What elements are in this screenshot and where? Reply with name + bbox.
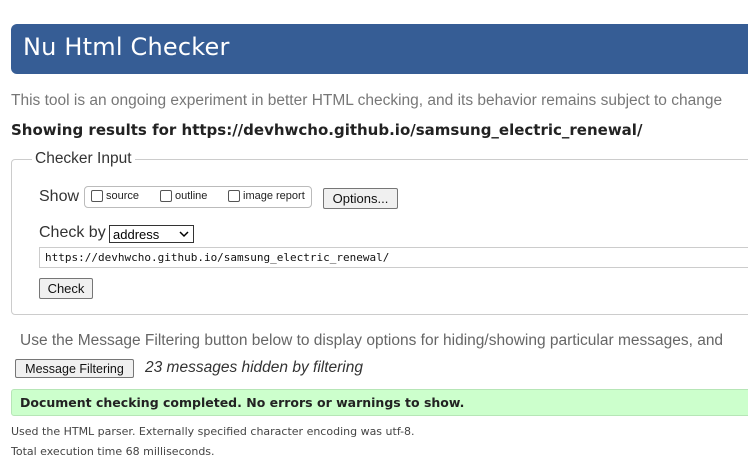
checker-input-legend: Checker Input: [35, 150, 132, 167]
hidden-messages-count: 23 messages hidden by filtering: [145, 359, 363, 376]
message-filtering-note: Use the Message Filtering button below t…: [20, 332, 724, 349]
image-report-option-label: image report: [243, 190, 305, 202]
outline-option[interactable]: outline: [160, 190, 207, 202]
success-message: Document checking completed. No errors o…: [11, 389, 748, 416]
page-title: Nu Html Checker: [23, 33, 230, 61]
message-filtering-button[interactable]: Message Filtering: [15, 359, 134, 378]
outline-checkbox[interactable]: [160, 190, 172, 202]
outline-option-label: outline: [175, 190, 208, 202]
options-button[interactable]: Options...: [323, 188, 398, 209]
intro-text: This tool is an ongoing experiment in be…: [11, 92, 723, 109]
success-message-text: Document checking completed. No errors o…: [20, 395, 465, 410]
check-button[interactable]: Check: [39, 278, 93, 299]
source-checkbox[interactable]: [91, 190, 103, 202]
url-input[interactable]: https://devhwcho.github.io/samsung_elect…: [39, 247, 748, 268]
image-report-checkbox[interactable]: [228, 190, 240, 202]
check-by-label: Check by: [39, 224, 106, 241]
source-option[interactable]: source: [91, 190, 139, 202]
chevron-down-icon: [179, 231, 189, 238]
show-label: Show: [39, 188, 80, 205]
execution-time: Total execution time 68 milliseconds.: [11, 445, 215, 458]
check-by-selected-value: address: [113, 226, 160, 242]
showing-results-heading: Showing results for https://devhwcho.git…: [11, 121, 643, 139]
check-by-select[interactable]: address: [109, 225, 194, 243]
image-report-option[interactable]: image report: [228, 190, 305, 202]
parser-details: Used the HTML parser. Externally specifi…: [11, 425, 415, 438]
source-option-label: source: [106, 190, 140, 202]
show-options-group: source outline image report: [84, 186, 312, 208]
app-header: Nu Html Checker: [11, 24, 748, 74]
